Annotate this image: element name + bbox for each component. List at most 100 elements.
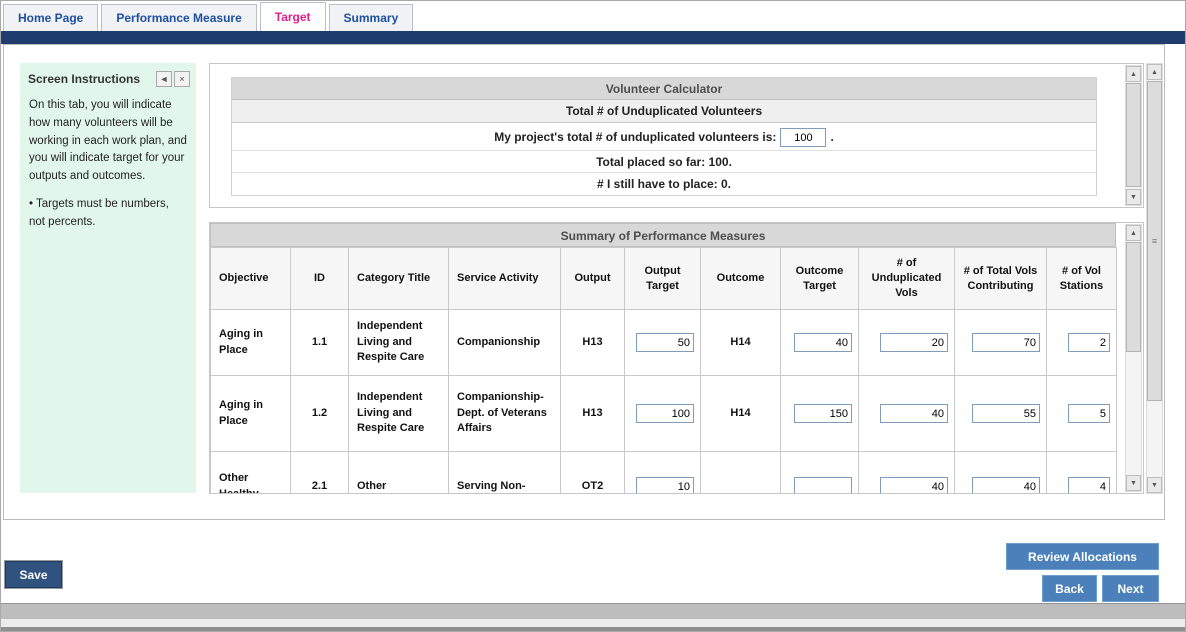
- table-row: Aging in Place 1.2 Independent Living an…: [211, 376, 1117, 452]
- save-button[interactable]: Save: [5, 561, 62, 588]
- objective-cell: Aging in Place: [211, 310, 291, 376]
- output-target-cell: [625, 310, 701, 376]
- calculator-subtitle: Total # of Unduplicated Volunteers: [232, 100, 1096, 123]
- unduplicated-volunteers-input[interactable]: [780, 128, 826, 147]
- tab-label: Target: [275, 10, 311, 24]
- scroll-up-button[interactable]: ▲: [1126, 66, 1141, 82]
- performance-measures-table: Objective ID Category Title Service Acti…: [210, 247, 1117, 494]
- total-vols-cell: [955, 310, 1047, 376]
- tab-performance-measure[interactable]: Performance Measure: [101, 4, 256, 31]
- tab-target[interactable]: Target: [260, 2, 326, 31]
- scroll-down-icon: ▼: [1130, 480, 1137, 487]
- scroll-up-button[interactable]: ▲: [1147, 64, 1162, 80]
- id-cell: 1.1: [291, 310, 349, 376]
- collapse-instructions-button[interactable]: ◄: [156, 71, 172, 87]
- outcome-cell: H14: [701, 376, 781, 452]
- total-vols-input[interactable]: [972, 404, 1040, 423]
- outcome-target-input[interactable]: [794, 333, 852, 352]
- tab-label: Summary: [344, 11, 399, 25]
- scroll-down-icon: ▼: [1130, 194, 1137, 201]
- status-bar: [1, 603, 1185, 619]
- scrollbar-thumb[interactable]: [1126, 83, 1141, 187]
- output-target-cell: [625, 452, 701, 495]
- calculator-input-suffix: .: [830, 130, 833, 144]
- scroll-down-button[interactable]: ▼: [1126, 189, 1141, 205]
- total-vols-input[interactable]: [972, 477, 1040, 494]
- back-button[interactable]: Back: [1042, 575, 1097, 602]
- col-header-id: ID: [291, 248, 349, 310]
- content-scrollbar[interactable]: ▲ ≡ ▼: [1146, 63, 1163, 494]
- navy-divider-bar: [1, 31, 1185, 44]
- vol-stations-cell: [1047, 310, 1117, 376]
- objective-cell: Aging in Place: [211, 376, 291, 452]
- col-header-outcome-target: Outcome Target: [781, 248, 859, 310]
- summary-table-title: Summary of Performance Measures: [210, 223, 1116, 247]
- tab-summary[interactable]: Summary: [329, 4, 414, 31]
- outcome-cell: [701, 452, 781, 495]
- vol-stations-input[interactable]: [1068, 477, 1110, 494]
- arrow-left-icon: ◄: [160, 75, 169, 84]
- outcome-target-input[interactable]: [794, 404, 852, 423]
- table-row: Other Healthy 2.1 Other Serving Non- OT2: [211, 452, 1117, 495]
- scroll-up-icon: ▲: [1151, 69, 1158, 76]
- unduplicated-vols-input[interactable]: [880, 404, 948, 423]
- tab-home-page[interactable]: Home Page: [3, 4, 98, 31]
- total-vols-input[interactable]: [972, 333, 1040, 352]
- outcome-target-input[interactable]: [794, 477, 852, 494]
- col-header-outcome: Outcome: [701, 248, 781, 310]
- service-activity-cell: Serving Non-: [449, 452, 561, 495]
- service-activity-cell: Companionship-Dept. of Veterans Affairs: [449, 376, 561, 452]
- unduplicated-vols-input[interactable]: [880, 477, 948, 494]
- scroll-down-button[interactable]: ▼: [1147, 477, 1162, 493]
- close-instructions-button[interactable]: ×: [174, 71, 190, 87]
- output-target-input[interactable]: [636, 477, 694, 494]
- calculator-input-label: My project's total # of unduplicated vol…: [494, 130, 776, 144]
- volunteer-calculator-panel: Volunteer Calculator Total # of Unduplic…: [209, 63, 1144, 208]
- back-next-group: Back Next: [1042, 575, 1159, 602]
- vol-stations-input[interactable]: [1068, 404, 1110, 423]
- calculator-input-row: My project's total # of unduplicated vol…: [232, 123, 1096, 151]
- unduplicated-vols-cell: [859, 310, 955, 376]
- scroll-up-icon: ▲: [1130, 71, 1137, 78]
- total-placed-text: Total placed so far: 100.: [232, 151, 1096, 173]
- instructions-title: Screen Instructions: [28, 72, 154, 86]
- output-cell: H13: [561, 310, 625, 376]
- tab-label: Home Page: [18, 11, 83, 25]
- table-row: Aging in Place 1.1 Independent Living an…: [211, 310, 1117, 376]
- next-button[interactable]: Next: [1102, 575, 1159, 602]
- summary-scrollbar[interactable]: ▲ ▼: [1125, 224, 1142, 492]
- col-header-objective: Objective: [211, 248, 291, 310]
- scrollbar-thumb[interactable]: ≡: [1147, 81, 1162, 401]
- total-vols-cell: [955, 452, 1047, 495]
- scroll-down-button[interactable]: ▼: [1126, 475, 1141, 491]
- category-title-cell: Other: [349, 452, 449, 495]
- output-target-cell: [625, 376, 701, 452]
- bottom-area: [1, 619, 1185, 631]
- unduplicated-vols-cell: [859, 452, 955, 495]
- review-allocations-button[interactable]: Review Allocations: [1006, 543, 1159, 570]
- output-cell: OT2: [561, 452, 625, 495]
- tab-bar: Home Page Performance Measure Target Sum…: [1, 1, 1185, 31]
- col-header-unduplicated-vols: # of Unduplicated Vols: [859, 248, 955, 310]
- vol-stations-input[interactable]: [1068, 333, 1110, 352]
- scroll-up-icon: ▲: [1130, 230, 1137, 237]
- scrollbar-thumb[interactable]: [1126, 242, 1141, 352]
- instructions-paragraph: On this tab, you will indicate how many …: [29, 97, 187, 186]
- output-cell: H13: [561, 376, 625, 452]
- col-header-service-activity: Service Activity: [449, 248, 561, 310]
- col-header-total-vols-contributing: # of Total Vols Contributing: [955, 248, 1047, 310]
- output-target-input[interactable]: [636, 404, 694, 423]
- category-title-cell: Independent Living and Respite Care: [349, 310, 449, 376]
- outcome-target-cell: [781, 452, 859, 495]
- unduplicated-vols-input[interactable]: [880, 333, 948, 352]
- scroll-up-button[interactable]: ▲: [1126, 225, 1141, 241]
- output-target-input[interactable]: [636, 333, 694, 352]
- calculator-scrollbar[interactable]: ▲ ▼: [1125, 65, 1142, 206]
- content-area: Screen Instructions ◄ × On this tab, you…: [3, 44, 1165, 520]
- unduplicated-vols-cell: [859, 376, 955, 452]
- col-header-output-target: Output Target: [625, 248, 701, 310]
- outcome-cell: H14: [701, 310, 781, 376]
- app-window: Home Page Performance Measure Target Sum…: [0, 0, 1186, 632]
- col-header-output: Output: [561, 248, 625, 310]
- instructions-header: Screen Instructions ◄ ×: [20, 63, 196, 91]
